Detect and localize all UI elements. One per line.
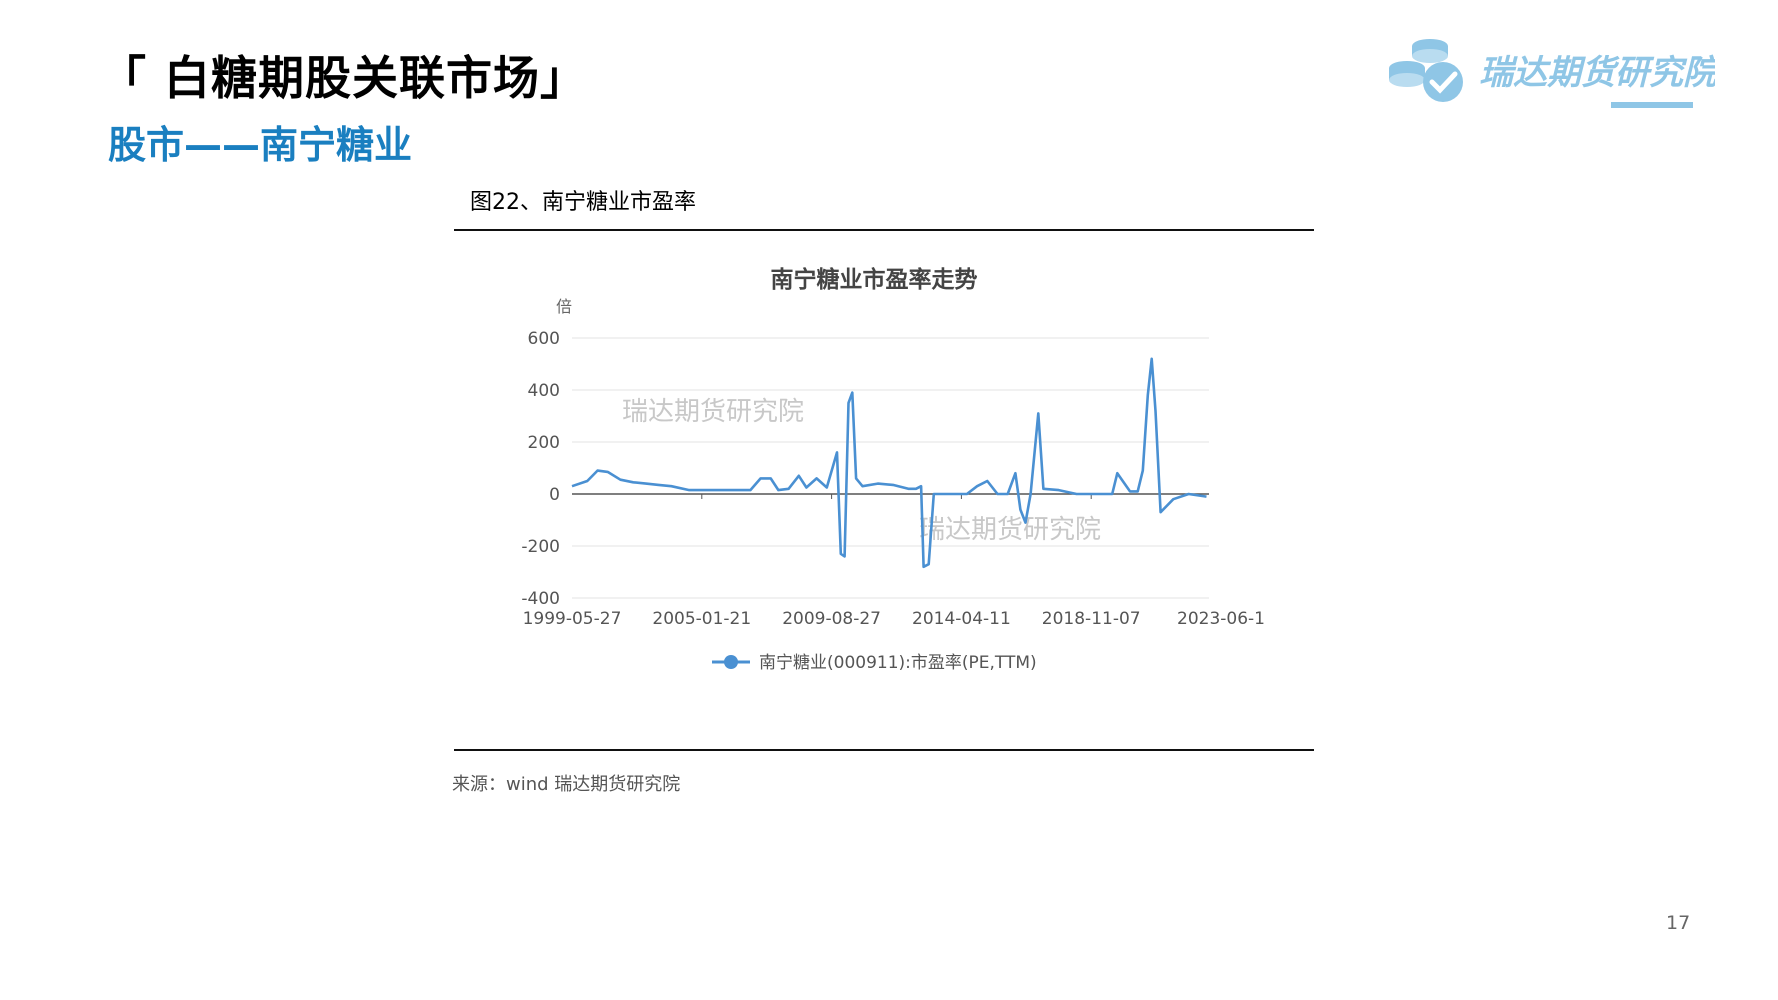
company-logo: 瑞达期货研究院 xyxy=(1389,39,1715,108)
pe-ratio-chart: 南宁糖业市盈率走势 倍 瑞达期货研究院 瑞达期货研究院 600 400 200 0 -2… xyxy=(521,266,1265,673)
figure-caption: 图22、南宁糖业市盈率 xyxy=(470,190,696,215)
grid xyxy=(572,337,1209,599)
y-tick-label: 200 xyxy=(528,433,560,453)
y-tick-label: 600 xyxy=(528,329,560,349)
watermark-1: 瑞达期货研究院 xyxy=(622,397,804,427)
x-tick-label: 2009-08-27 xyxy=(782,609,881,629)
legend: 南宁糖业(000911):市盈率(PE,TTM) xyxy=(712,653,1037,673)
y-tick-label: -400 xyxy=(521,589,560,609)
y-tick-label: 0 xyxy=(549,485,560,505)
legend-label: 南宁糖业(000911):市盈率(PE,TTM) xyxy=(759,653,1037,673)
source-rule xyxy=(454,749,1314,751)
caption-rule xyxy=(454,229,1314,231)
x-tick-label: 2018-11-07 xyxy=(1042,609,1141,629)
y-tick-label: -200 xyxy=(521,537,560,557)
x-tick-label: 2014-04-11 xyxy=(912,609,1011,629)
coins-icon xyxy=(1389,39,1463,102)
chart-title: 南宁糖业市盈率走势 xyxy=(771,266,978,293)
legend-marker xyxy=(724,655,738,669)
watermark-2: 瑞达期货研究院 xyxy=(919,515,1101,545)
y-tick-label: 400 xyxy=(528,381,560,401)
page-title: 「 白糖期股关联市场」 xyxy=(100,51,588,105)
x-tick-label: 2005-01-21 xyxy=(652,609,751,629)
logo-text: 瑞达期货研究院 xyxy=(1479,53,1715,93)
x-tick-label: 1999-05-27 xyxy=(523,609,622,629)
x-tick-label: 2023-06-1 xyxy=(1177,609,1265,629)
page-number: 17 xyxy=(1666,912,1691,934)
y-axis-unit: 倍 xyxy=(556,297,572,316)
source-note: 来源：wind 瑞达期货研究院 xyxy=(452,774,681,795)
section-subtitle: 股市——南宁糖业 xyxy=(108,123,413,167)
